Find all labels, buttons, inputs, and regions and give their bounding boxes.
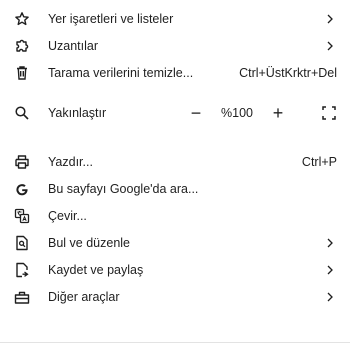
chevron-right-icon [324, 13, 336, 25]
menu-item-label: Bu sayfayı Google'da ara... [48, 181, 199, 196]
printer-icon [14, 154, 30, 170]
menu-item-label: Yazdır... [48, 154, 93, 169]
menu-item-label: Diğer araçlar [48, 289, 120, 304]
puzzle-icon [14, 38, 30, 54]
zoom-level: %100 [221, 106, 253, 120]
menu-item-label: Kaydet ve paylaş [48, 262, 144, 277]
star-icon [14, 11, 30, 27]
menu-item-label: Uzantılar [48, 38, 99, 53]
menu-item-label: Çevir... [48, 208, 87, 223]
zoom-icon [14, 105, 30, 121]
chrome-menu: Yer işaretleri ve listeler Uzantılar Tar… [0, 0, 350, 310]
zoom-out-button[interactable]: − [183, 100, 209, 126]
toolbox-icon [14, 289, 30, 305]
save-share-icon [14, 262, 30, 278]
shortcut-text: Ctrl+ÜstKrktr+Del [239, 65, 337, 80]
fullscreen-icon[interactable] [322, 106, 336, 120]
menu-item-zoom: Yakınlaştır − %100 + [0, 86, 350, 140]
zoom-controls: − %100 + [183, 100, 291, 126]
chevron-right-icon [324, 237, 336, 249]
trash-icon [14, 65, 30, 81]
zoom-in-button[interactable]: + [265, 100, 291, 126]
menu-item-bookmarks[interactable]: Yer işaretleri ve listeler [0, 5, 350, 32]
menu-item-print[interactable]: Yazdır... Ctrl+P [0, 148, 350, 175]
menu-item-label: Tarama verilerini temizle... [48, 65, 194, 80]
google-icon [14, 181, 30, 197]
chevron-right-icon [324, 40, 336, 52]
menu-item-save-share[interactable]: Kaydet ve paylaş [0, 256, 350, 283]
menu-item-translate[interactable]: Çevir... [0, 202, 350, 229]
menu-item-label: Yer işaretleri ve listeler [48, 11, 174, 26]
menu-item-label: Bul ve düzenle [48, 235, 131, 250]
translate-icon [14, 208, 30, 224]
menu-item-find-edit[interactable]: Bul ve düzenle [0, 229, 350, 256]
shortcut-text: Ctrl+P [301, 154, 337, 169]
menu-divider [0, 342, 350, 343]
zoom-label: Yakınlaştır [48, 106, 107, 120]
menu-item-search-google[interactable]: Bu sayfayı Google'da ara... [0, 175, 350, 202]
chevron-right-icon [324, 264, 336, 276]
chevron-right-icon [324, 291, 336, 303]
menu-item-more-tools[interactable]: Diğer araçlar [0, 283, 350, 310]
menu-item-clear-browsing-data[interactable]: Tarama verilerini temizle... Ctrl+ÜstKrk… [0, 59, 350, 86]
find-page-icon [14, 235, 30, 251]
menu-item-extensions[interactable]: Uzantılar [0, 32, 350, 59]
